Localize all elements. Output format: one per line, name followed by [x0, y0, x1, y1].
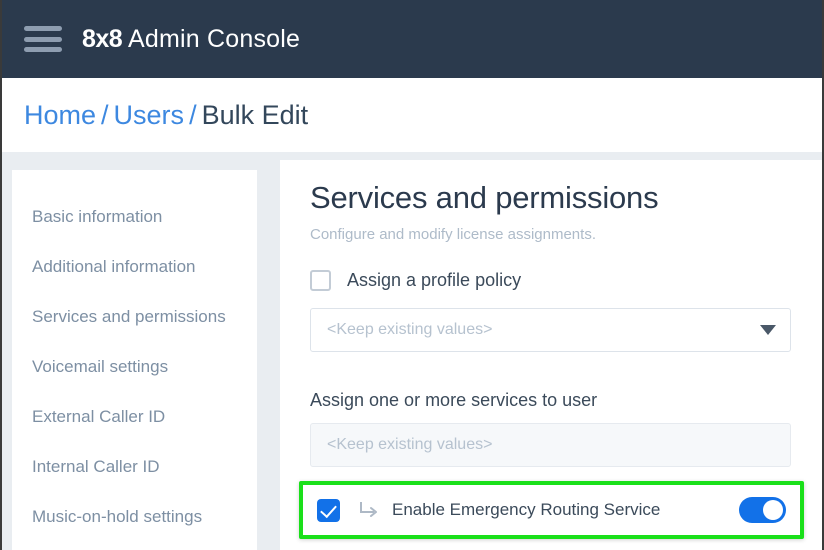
breadcrumb: Home / Users / Bulk Edit [24, 100, 308, 131]
assign-profile-policy-label: Assign a profile policy [347, 270, 522, 290]
sidebar-item-services-and-permissions[interactable]: Services and permissions [12, 292, 257, 342]
profile-policy-select-value: <Keep existing values> [327, 321, 493, 338]
breadcrumb-separator: / [101, 99, 109, 130]
sidebar-item-voicemail-settings[interactable]: Voicemail settings [12, 342, 257, 392]
sidebar-item-internal-caller-id[interactable]: Internal Caller ID [12, 442, 257, 492]
app-window: 8x8 Admin Console Home / Users / Bulk Edit B… [0, 0, 824, 550]
breadcrumb-item-bulk-edit: Bulk Edit [201, 99, 309, 130]
breadcrumb-separator: / [189, 99, 197, 130]
corner-down-right-arrow-icon [360, 502, 377, 517]
emergency-routing-highlight: Enable Emergency Routing Service [299, 481, 804, 539]
app-header: 8x8 Admin Console [2, 0, 822, 78]
assign-services-select[interactable]: <Keep existing values> [310, 423, 791, 467]
hamburger-icon[interactable] [24, 26, 62, 52]
breadcrumb-item-users[interactable]: Users [114, 100, 185, 130]
page-title: Services and permissions [310, 180, 659, 215]
assign-profile-policy-checkbox[interactable] [310, 270, 331, 291]
assign-profile-policy-row: Assign a profile policy [310, 270, 822, 291]
sidebar-item-external-caller-id[interactable]: External Caller ID [12, 392, 257, 442]
toggle-knob [763, 500, 783, 520]
emergency-routing-toggle[interactable] [739, 497, 786, 523]
sidebar-nav: Basic information Additional information… [12, 170, 257, 550]
emergency-routing-label: Enable Emergency Routing Service [392, 500, 661, 519]
app-brand: 8x8 Admin Console [82, 25, 300, 54]
assign-services-select-value: <Keep existing values> [327, 436, 493, 453]
brand-logo-text: 8x8 [82, 24, 123, 53]
sidebar-item-basic-information[interactable]: Basic information [12, 192, 257, 242]
hamburger-bar [24, 36, 62, 42]
chevron-down-icon[interactable] [760, 325, 776, 335]
brand-product-name: Admin Console [122, 24, 301, 53]
assign-services-label: Assign one or more services to user [310, 390, 598, 410]
hamburger-bar [24, 26, 62, 31]
breadcrumb-item-home[interactable]: Home [24, 100, 96, 130]
breadcrumb-bar: Home / Users / Bulk Edit [2, 78, 822, 152]
emergency-routing-checkbox[interactable] [317, 498, 340, 522]
sidebar-item-music-on-hold-settings[interactable]: Music-on-hold settings [12, 492, 257, 542]
profile-policy-select[interactable]: <Keep existing values> [310, 308, 791, 352]
sidebar-item-additional-information[interactable]: Additional information [12, 242, 257, 292]
page-subtitle: Configure and modify license assignments… [310, 226, 596, 243]
hamburger-bar [24, 47, 62, 52]
